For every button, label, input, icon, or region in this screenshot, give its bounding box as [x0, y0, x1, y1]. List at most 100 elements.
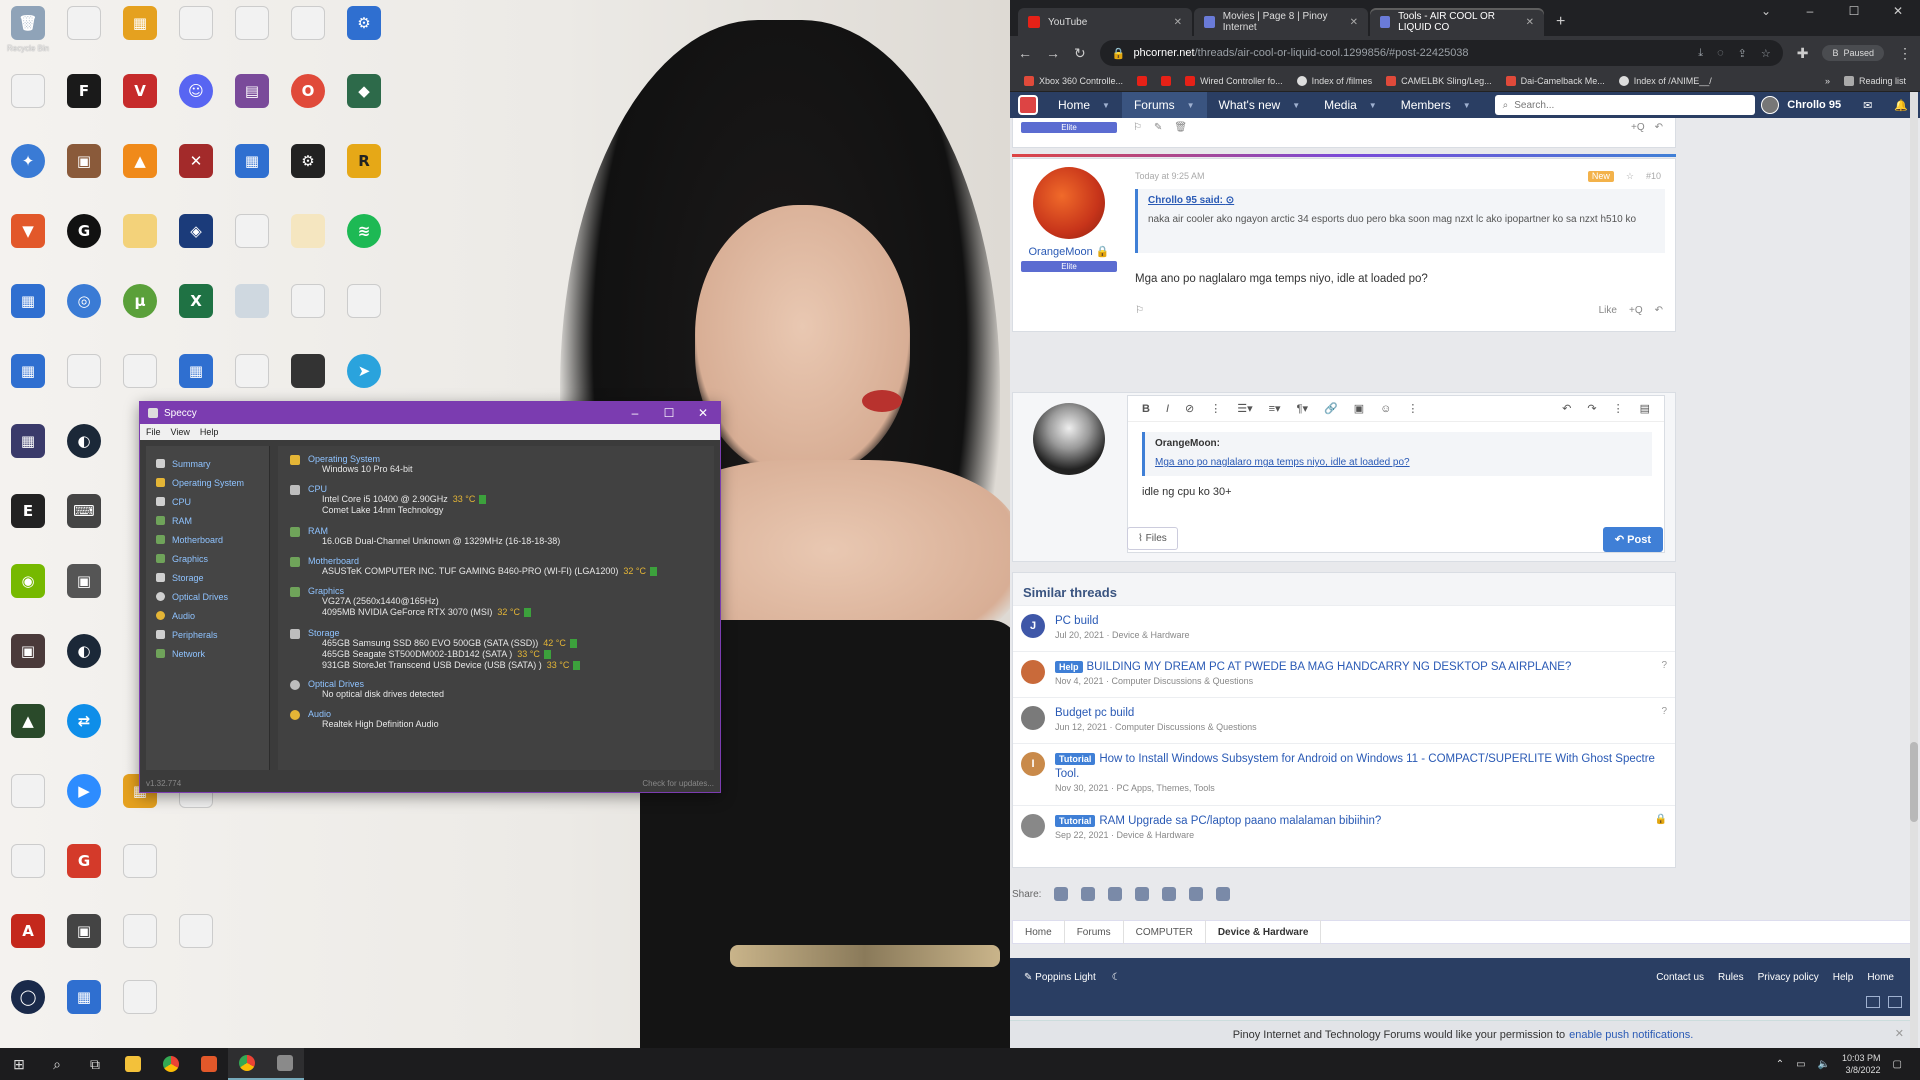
minimize-icon[interactable]: – [1788, 0, 1832, 18]
bookmark-item[interactable]: Wired Controller fo... [1185, 75, 1283, 86]
speccy-titlebar[interactable]: Speccy – ☐ ✕ [140, 402, 720, 424]
chevron-right-icon[interactable]: » [1825, 76, 1830, 86]
app-icon[interactable]: ◯ [0, 978, 56, 1044]
bell-icon[interactable]: 🔔 [1894, 99, 1908, 112]
reply-text-input[interactable]: idle ng cpu ko 30+ [1142, 486, 1232, 498]
app-icon[interactable]: ▦ [56, 978, 112, 1044]
sidebar-item-motherboard[interactable]: Motherboard [146, 530, 269, 549]
avatar[interactable] [1033, 167, 1105, 239]
list-item[interactable]: Help BUILDING MY DREAM PC AT PWEDE BA MAG… [1013, 651, 1675, 697]
network-icon[interactable]: ▭ [1796, 1059, 1805, 1070]
steam-icon[interactable]: ◐ [56, 422, 112, 488]
new-tab-icon[interactable]: + [1546, 8, 1575, 36]
report-icon[interactable]: ⚐ [1135, 305, 1144, 316]
nav-whats-new[interactable]: What's new ▼ [1207, 92, 1313, 118]
file-icon[interactable] [280, 212, 336, 278]
maximize-icon[interactable]: ☐ [1832, 0, 1876, 18]
utorrent-icon[interactable]: μ [112, 282, 168, 348]
link-icon[interactable] [1216, 887, 1231, 901]
file-icon[interactable] [280, 282, 336, 348]
more-icon[interactable]: ⋮ [1210, 402, 1221, 415]
steam-icon[interactable]: ◐ [56, 632, 112, 698]
winrar-icon[interactable]: ▤ [224, 72, 280, 138]
app-icon[interactable]: ⚙ [280, 142, 336, 208]
nav-media[interactable]: Media ▼ [1312, 92, 1389, 118]
bookmark-item[interactable]: Index of /ANIME__/ [1618, 75, 1712, 86]
bold-icon[interactable]: B [1142, 403, 1150, 415]
footer-link-privacy[interactable]: Privacy policy [1758, 972, 1819, 983]
discord-icon[interactable]: ☺ [168, 72, 224, 138]
file-icon[interactable] [0, 772, 56, 838]
tab-tools[interactable]: Tools - AIR COOL OR LIQUID CO ✕ [1370, 8, 1544, 36]
tab-movies[interactable]: Movies | Page 8 | Pinoy Internet ✕ [1194, 8, 1368, 36]
vlc-icon[interactable]: ▲ [112, 142, 168, 208]
text-style-icon[interactable]: ⊘ [1185, 402, 1194, 415]
file-icon[interactable] [168, 4, 224, 70]
opera-icon[interactable]: O [280, 72, 336, 138]
close-tab-icon[interactable]: ✕ [1526, 17, 1534, 28]
sidebar-item-summary[interactable]: Summary [146, 454, 269, 473]
bookmark-item[interactable] [1161, 75, 1172, 86]
smiley-icon[interactable]: ☺ [1380, 403, 1391, 415]
footer-link-rules[interactable]: Rules [1718, 972, 1744, 983]
settings-app-icon[interactable]: ⚙ [336, 4, 392, 70]
sidebar-item-audio[interactable]: Audio [146, 606, 269, 625]
file-icon[interactable] [168, 912, 224, 978]
italic-icon[interactable]: I [1166, 403, 1169, 415]
whatsapp-icon[interactable] [1162, 887, 1177, 901]
list-icon[interactable]: ☰▾ [1237, 402, 1252, 415]
phcorner-logo-icon[interactable] [1010, 92, 1046, 118]
menu-view[interactable]: View [171, 427, 190, 437]
nvidia-icon[interactable]: ◉ [0, 562, 56, 628]
breadcrumb-forums[interactable]: Forums [1065, 920, 1124, 944]
close-icon[interactable]: ✕ [1876, 0, 1920, 18]
list-item[interactable]: I Tutorial How to Install Windows Subsyst… [1013, 743, 1675, 805]
thread-title[interactable]: Budget pc build [1055, 706, 1257, 721]
bookmark-item[interactable]: Dai-Camelback Me... [1505, 75, 1605, 86]
sidebar-item-storage[interactable]: Storage [146, 568, 269, 587]
epic-games-icon[interactable]: E [0, 492, 56, 558]
multiquote-button[interactable]: +Q [1631, 122, 1645, 133]
excel-icon[interactable]: X [168, 282, 224, 348]
chrome-active-icon[interactable] [228, 1048, 266, 1080]
nav-home[interactable]: Home ▼ [1046, 92, 1122, 118]
file-icon[interactable] [280, 4, 336, 70]
app-icon[interactable]: ▦ [0, 282, 56, 348]
chevron-down-icon[interactable]: ⌄ [1744, 0, 1788, 18]
star-icon[interactable]: ☆ [1761, 47, 1771, 60]
thread-title[interactable]: PC build [1055, 614, 1190, 629]
reply-icon[interactable]: ↶ [1655, 122, 1663, 133]
chevron-up-icon[interactable]: ⌃ [1776, 1059, 1784, 1070]
breadcrumb-home[interactable]: Home [1013, 920, 1065, 944]
app-icon[interactable]: ◆ [336, 72, 392, 138]
profile-button[interactable]: B Paused [1822, 45, 1884, 61]
sidebar-item-network[interactable]: Network [146, 644, 269, 663]
file-icon[interactable] [224, 212, 280, 278]
app-icon[interactable]: ✦ [0, 142, 56, 208]
adobe-icon[interactable]: A [0, 912, 56, 978]
close-icon[interactable]: ✕ [1895, 1027, 1904, 1040]
keyboard-app-icon[interactable]: ⌨ [56, 492, 112, 558]
app-icon[interactable] [224, 282, 280, 348]
thread-title[interactable]: How to Install Windows Subsystem for And… [1055, 753, 1655, 780]
notification-icon[interactable]: ▢ [1893, 1059, 1902, 1070]
sidebar-item-operating-system[interactable]: Operating System [146, 473, 269, 492]
align-icon[interactable]: ≡▾ [1269, 402, 1281, 415]
app-icon[interactable]: ▦ [0, 352, 56, 418]
paragraph-icon[interactable]: ¶▾ [1297, 402, 1308, 415]
undo-icon[interactable]: ↶ [1562, 402, 1571, 415]
breadcrumb-device-hardware[interactable]: Device & Hardware [1206, 920, 1322, 944]
file-explorer-icon[interactable] [114, 1048, 152, 1080]
style-chooser[interactable]: ✎ Poppins Light [1024, 972, 1096, 983]
twitter-icon[interactable] [1054, 887, 1069, 901]
image-icon[interactable]: ▣ [1354, 402, 1364, 415]
attach-files-button[interactable]: ⌇ Files [1127, 527, 1178, 550]
breadcrumb-computer[interactable]: COMPUTER [1124, 920, 1206, 944]
sidebar-item-peripherals[interactable]: Peripherals [146, 625, 269, 644]
forum-search-input[interactable]: ⌕ Search... [1494, 95, 1755, 115]
file-icon[interactable] [112, 912, 168, 978]
edit-icon[interactable]: ✎ [1154, 122, 1162, 133]
file-icon[interactable] [56, 352, 112, 418]
teamviewer-icon[interactable]: ⇄ [56, 702, 112, 768]
faceit-icon[interactable]: F [56, 72, 112, 138]
